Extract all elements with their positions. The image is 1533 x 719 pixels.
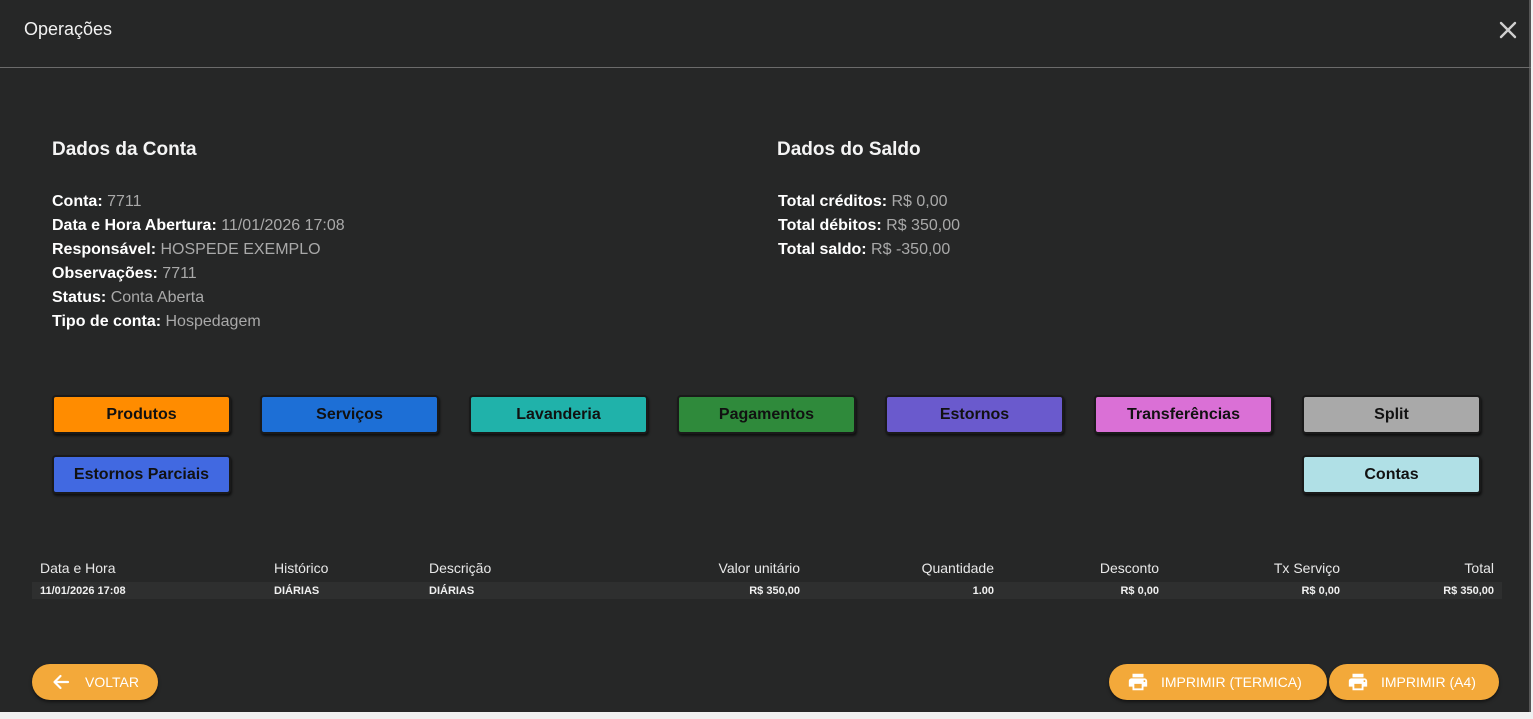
field-label: Total débitos: bbox=[778, 217, 882, 234]
produtos-button[interactable]: Produtos bbox=[52, 395, 231, 434]
column-header-discount[interactable]: Desconto bbox=[1019, 560, 1159, 576]
account-field-type: Tipo de conta: Hospedagem bbox=[52, 310, 261, 334]
field-label: Total saldo: bbox=[778, 241, 867, 258]
field-label: Total créditos: bbox=[778, 193, 888, 210]
field-label: Observações: bbox=[52, 265, 158, 282]
column-header-total[interactable]: Total bbox=[1354, 560, 1494, 576]
balance-section-title: Dados do Saldo bbox=[777, 139, 921, 160]
operations-dialog: Operações Dados da Conta Conta: 7711 Dat… bbox=[0, 0, 1531, 712]
column-header-service-fee[interactable]: Tx Serviço bbox=[1200, 560, 1340, 576]
field-label: Data e Hora Abertura: bbox=[52, 217, 217, 234]
back-button[interactable]: VOLTAR bbox=[32, 664, 158, 700]
column-header-quantity[interactable]: Quantidade bbox=[834, 560, 994, 576]
print-a4-button[interactable]: IMPRIMIR (A4) bbox=[1329, 664, 1499, 700]
balance-field-credits: Total créditos: R$ 0,00 bbox=[778, 190, 948, 214]
dialog-title: Operações bbox=[24, 19, 113, 39]
field-value: 7711 bbox=[107, 193, 142, 210]
cell-total: R$ 350,00 bbox=[1443, 585, 1494, 597]
field-value: R$ -350,00 bbox=[871, 241, 951, 258]
estornos-parciais-button[interactable]: Estornos Parciais bbox=[52, 455, 231, 494]
column-header-description[interactable]: Descrição bbox=[429, 560, 491, 576]
split-button[interactable]: Split bbox=[1302, 395, 1481, 434]
field-label: Status: bbox=[52, 289, 107, 306]
column-header-unit-value[interactable]: Valor unitário bbox=[620, 560, 800, 576]
field-value: HOSPEDE EXEMPLO bbox=[160, 241, 321, 258]
cell-quantity: 1.00 bbox=[972, 585, 994, 597]
account-field-opening-date: Data e Hora Abertura: 11/01/2026 17:08 bbox=[52, 214, 345, 238]
close-button[interactable] bbox=[1496, 18, 1520, 42]
balance-field-total: Total saldo: R$ -350,00 bbox=[778, 238, 950, 262]
account-field-status: Status: Conta Aberta bbox=[52, 286, 204, 310]
field-value: R$ 350,00 bbox=[886, 217, 960, 234]
account-field-notes: Observações: 7711 bbox=[52, 262, 197, 286]
contas-button[interactable]: Contas bbox=[1302, 455, 1481, 494]
field-value: 11/01/2026 17:08 bbox=[221, 217, 345, 234]
cell-service-fee: R$ 0,00 bbox=[1301, 585, 1340, 597]
field-value: R$ 0,00 bbox=[891, 193, 948, 210]
field-label: Responsável: bbox=[52, 241, 157, 258]
column-header-date[interactable]: Data e Hora bbox=[40, 560, 115, 576]
cell-description: DIÁRIAS bbox=[429, 585, 475, 597]
servicos-button[interactable]: Serviços bbox=[260, 395, 439, 434]
printer-icon bbox=[1128, 673, 1148, 691]
field-value: Conta Aberta bbox=[110, 289, 205, 306]
field-value: 7711 bbox=[162, 265, 197, 282]
dialog-header: Operações bbox=[0, 0, 1531, 68]
transferencias-button[interactable]: Transferências bbox=[1094, 395, 1273, 434]
cell-history: DIÁRIAS bbox=[274, 585, 320, 597]
pagamentos-button[interactable]: Pagamentos bbox=[677, 395, 856, 434]
column-header-history[interactable]: Histórico bbox=[274, 560, 328, 576]
field-label: Tipo de conta: bbox=[52, 313, 162, 330]
account-field-conta: Conta: 7711 bbox=[52, 190, 142, 214]
print-a4-label: IMPRIMIR (A4) bbox=[1381, 674, 1476, 690]
field-value: Hospedagem bbox=[165, 313, 261, 330]
back-button-label: VOLTAR bbox=[85, 674, 139, 690]
cell-unit-value: R$ 350,00 bbox=[749, 585, 800, 597]
printer-icon bbox=[1348, 673, 1368, 691]
print-thermal-label: IMPRIMIR (TERMICA) bbox=[1161, 674, 1302, 690]
close-icon bbox=[1499, 21, 1517, 39]
lavanderia-button[interactable]: Lavanderia bbox=[469, 395, 648, 434]
field-label: Conta: bbox=[52, 193, 103, 210]
estornos-button[interactable]: Estornos bbox=[885, 395, 1064, 434]
print-thermal-button[interactable]: IMPRIMIR (TERMICA) bbox=[1109, 664, 1327, 700]
cell-discount: R$ 0,00 bbox=[1120, 585, 1159, 597]
balance-field-debits: Total débitos: R$ 350,00 bbox=[778, 214, 960, 238]
arrow-left-icon bbox=[53, 674, 70, 690]
cell-date: 11/01/2026 17:08 bbox=[40, 585, 126, 597]
account-section-title: Dados da Conta bbox=[52, 139, 197, 160]
account-field-responsible: Responsável: HOSPEDE EXEMPLO bbox=[52, 238, 321, 262]
